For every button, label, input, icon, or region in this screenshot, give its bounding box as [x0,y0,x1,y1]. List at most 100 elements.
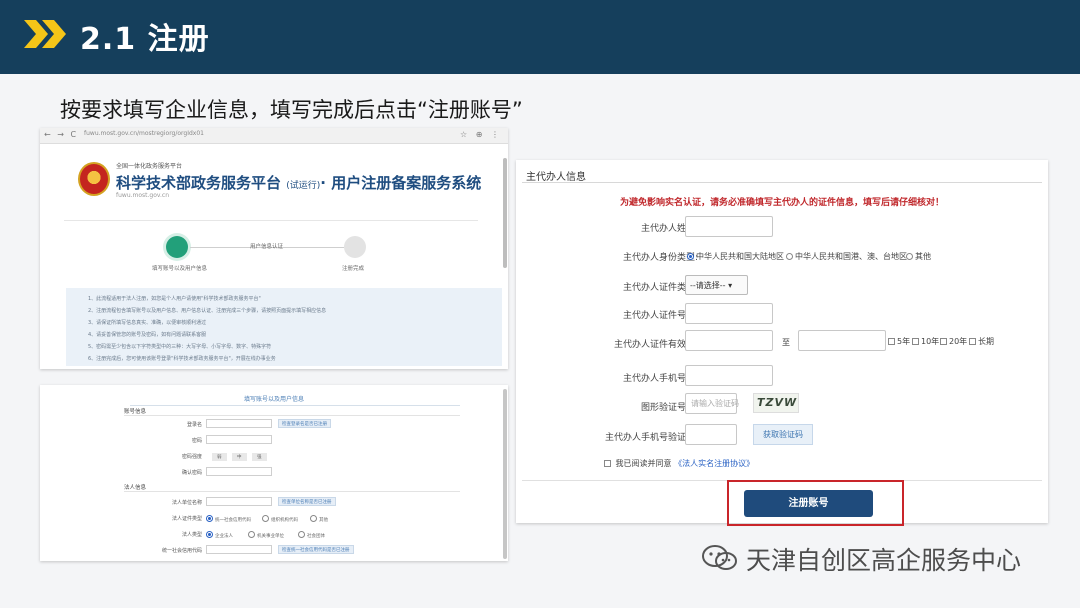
captcha-input[interactable]: 请输入验证码 [685,393,739,414]
radio-selected[interactable] [206,515,213,522]
radio[interactable] [906,253,913,260]
divider [124,415,460,416]
cert-number-input[interactable] [685,303,773,324]
strength-weak: 弱 [212,453,227,461]
field-label: 密码强度 [181,454,202,460]
password-input[interactable] [206,435,272,444]
period-long-term[interactable]: 长期 [969,336,994,347]
to-label: 至 [782,338,790,347]
checkbox[interactable] [912,338,919,345]
scrollbar[interactable] [503,389,507,559]
agent-name-input[interactable] [685,216,773,237]
cert-type-option[interactable]: 其他 [310,515,328,523]
form-title: 填写账号以及用户信息 [243,396,304,403]
id-kind-option-hmt[interactable]: 中华人民共和国港、澳、台地区 [786,251,907,262]
field-label: 法人单位名称 [171,500,202,506]
brand-tag: (试运行) [286,181,321,191]
checkbox[interactable] [888,338,895,345]
period-20y[interactable]: 20年 [940,336,967,347]
agreement-row[interactable]: 我已阅读并同意 《法人实名注册协议》 [604,458,754,469]
field-label: 统一社会信用代码 [161,548,202,554]
cert-type-select[interactable]: --请选择-- ▾ [685,275,748,295]
confirm-password-input[interactable] [206,467,272,476]
radio[interactable] [262,515,269,522]
register-account-button[interactable]: 注册账号 [744,490,873,517]
phone-input[interactable] [685,365,773,386]
steps-frame-line [64,220,478,221]
check-org-name-button[interactable]: 检查单位名称是否已注册 [278,497,336,506]
divider [522,182,1042,183]
radio-selected[interactable] [687,253,694,260]
chevron-down-icon: ▾ [728,281,733,290]
agree-checkbox[interactable] [604,460,611,467]
radio[interactable] [310,515,317,522]
checkbox[interactable] [940,338,947,345]
divider [124,491,460,492]
note-5: 5、密码需至少包含以下字符类型中的三种：大写字母、小写字母、数字、特殊字符 [88,344,272,350]
sms-code-input[interactable] [685,424,737,445]
id-kind-option-mainland[interactable]: 中华人民共和国大陆地区 [687,251,784,262]
get-sms-code-button[interactable]: 获取验证码 [753,424,813,445]
step-2-label: 用户信息认证 [250,244,284,250]
browser-menu-icons[interactable]: ☆ ⊕ ⋮ [460,130,502,139]
id-kind-option-other[interactable]: 其他 [906,251,931,262]
national-emblem-icon [78,162,110,196]
valid-from-input[interactable] [685,330,773,351]
field-label: 确认密码 [181,470,202,476]
portal-name: 全国一体化政务服务平台 [116,163,183,170]
radio[interactable] [786,253,793,260]
step-3-icon [344,236,366,258]
note-1: 1、此流程适用于法人注册，如您是个人用户请使用"科学技术部政务服务平台" [88,296,261,302]
org-name-input[interactable] [206,497,272,506]
notes-panel: 1、此流程适用于法人注册，如您是个人用户请使用"科学技术部政务服务平台" 2、注… [66,288,502,366]
period-5y[interactable]: 5年 [888,336,910,347]
legal-type-option[interactable]: 机关事业单位 [248,531,284,539]
legal-type-option[interactable]: 社会团体 [298,531,325,539]
check-credit-code-button[interactable]: 检查统一社会信用代码是否已注册 [278,545,354,554]
check-login-name-button[interactable]: 检查登录名是否已注册 [278,419,331,428]
cert-type-option[interactable]: 组织机构代码 [262,515,298,523]
warning-text: 为避免影响实名认证，请务必准确填写主代办人的证件信息，填写后请仔细核对！ [619,198,944,208]
login-name-input[interactable] [206,419,272,428]
section-title-agent: 主代办人信息 [526,172,586,183]
header-bar: 2.1 注册 [0,0,1080,74]
watermark-text: 天津自创区高企服务中心 [746,546,1022,575]
field-label: 登录名 [186,422,202,428]
account-form-screenshot: 填写账号以及用户信息 账号信息 登录名 检查登录名是否已注册 密码 密码强度 弱… [40,385,508,561]
section-legal-info: 法人信息 [124,485,147,491]
field-label: 密码 [191,438,202,444]
captcha-image[interactable]: TZVW [753,393,799,413]
note-3: 3、请保证所填写信息真实、准确，以便审核顺利通过 [88,320,207,326]
period-10y[interactable]: 10年 [912,336,939,347]
credit-code-input[interactable] [206,545,272,554]
legal-type-option[interactable]: 企业法人 [206,531,233,539]
note-4: 4、请妥善保管您的账号及密码，如有问题请联系客服 [88,332,207,338]
browser-toolbar: ← → C fuwu.most.gov.cn/mostregiorg/orgId… [40,128,508,144]
cert-type-option[interactable]: 统一社会信用代码 [206,515,251,523]
step-1-icon [166,236,188,258]
step-3-label: 注册完成 [342,266,365,272]
slide: 2.1 注册 按要求填写企业信息，填写完成后点击“注册账号” ← → C fuw… [0,0,1080,608]
field-label: 法人类型 [181,532,202,538]
agree-prefix: 我已阅读并同意 [615,459,672,468]
strength-medium: 中 [232,453,247,461]
site-domain: fuwu.most.gov.cn [116,192,170,199]
address-bar[interactable]: fuwu.most.gov.cn/mostregiorg/orgIdx01 [84,130,204,137]
checkbox[interactable] [969,338,976,345]
step-1-label: 填写账号以及用户信息 [152,266,208,272]
note-6: 6、注册完成后，您可使用该账号登录"科学技术部政务服务平台"，开展在线办事业务 [88,356,276,362]
valid-to-input[interactable] [798,330,886,351]
section-title: 2.1 注册 [80,22,210,57]
radio[interactable] [298,531,305,538]
scrollbar[interactable] [503,158,507,268]
instruction-text: 按要求填写企业信息，填写完成后点击“注册账号” [60,98,523,122]
radio-selected[interactable] [206,531,213,538]
browser-nav-icons[interactable]: ← → C [44,130,78,139]
brand-suffix: · 用户注册备案服务系统 [320,174,482,192]
wechat-icon [702,545,737,570]
field-label: 法人证件类型 [171,516,202,522]
agreement-link[interactable]: 《法人实名注册协议》 [674,459,754,468]
note-2: 2、注册流程包含填写账号以及用户信息、用户信息认证、注册完成三个步骤，请按照页面… [88,308,327,314]
radio[interactable] [248,531,255,538]
double-chevron-icon [24,20,66,48]
